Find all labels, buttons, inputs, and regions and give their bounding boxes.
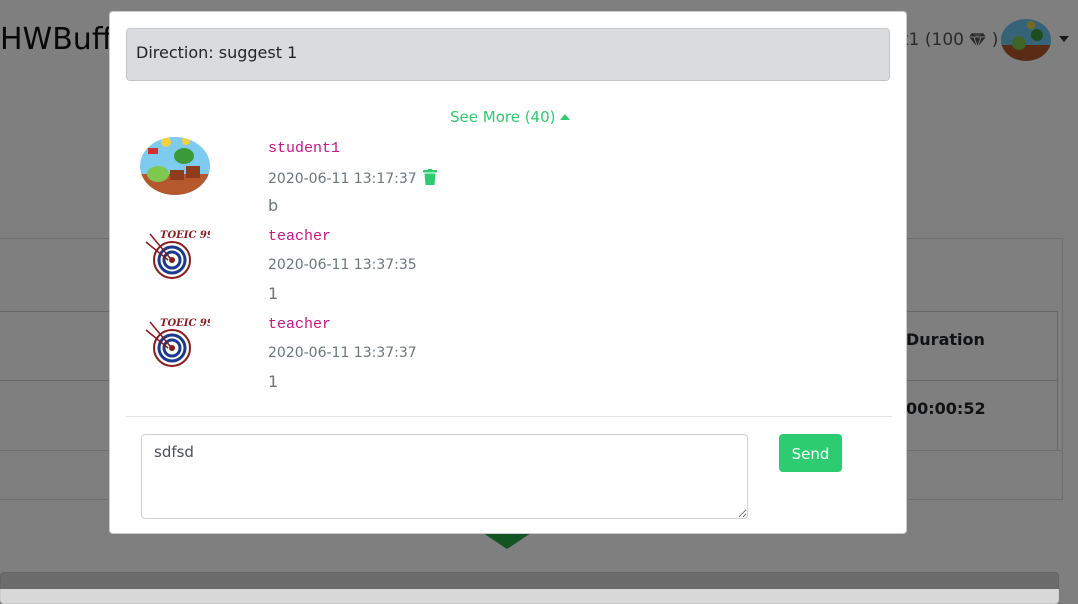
modal-divider	[126, 416, 892, 417]
message-author: teacher	[268, 228, 332, 245]
comment-input[interactable]: sdfsd	[141, 434, 748, 519]
send-button[interactable]: Send	[779, 434, 842, 472]
toeic-logo: TOEIC 99	[145, 318, 210, 367]
comments-modal: Direction: suggest 1 See More (40) stude…	[109, 11, 907, 534]
message-timestamp-text: 2020-06-11 13:17:37	[268, 171, 417, 187]
message-author: student1	[268, 140, 341, 157]
message-timestamp: 2020-06-11 13:37:37	[268, 345, 417, 361]
toeic-logo-text: TOEIC 99	[160, 230, 210, 241]
toeic-logo-text: TOEIC 99	[160, 318, 210, 329]
list-item: TOEIC 99 teacher 2020-06-11 13:37:37 1	[140, 312, 880, 398]
toeic-logo: TOEIC 99	[145, 230, 210, 279]
message-timestamp: 2020-06-11 13:37:35	[268, 257, 417, 273]
message-body: b	[268, 196, 279, 215]
trash-icon[interactable]	[422, 169, 437, 185]
student-avatar	[140, 137, 210, 195]
caret-up-icon	[559, 114, 570, 120]
direction-banner: Direction: suggest 1	[126, 28, 890, 81]
list-item: student1 2020-06-11 13:17:37 b	[140, 136, 880, 222]
message-timestamp: 2020-06-11 13:17:37	[268, 169, 437, 187]
message-body: 1	[268, 284, 279, 303]
see-more-link[interactable]: See More (40)	[450, 108, 570, 126]
list-item: TOEIC 99 teacher 2020-06-11 13:37:35 1	[140, 224, 880, 310]
message-body: 1	[268, 372, 279, 391]
message-author: teacher	[268, 316, 332, 333]
see-more-label: See More (40)	[450, 108, 556, 126]
